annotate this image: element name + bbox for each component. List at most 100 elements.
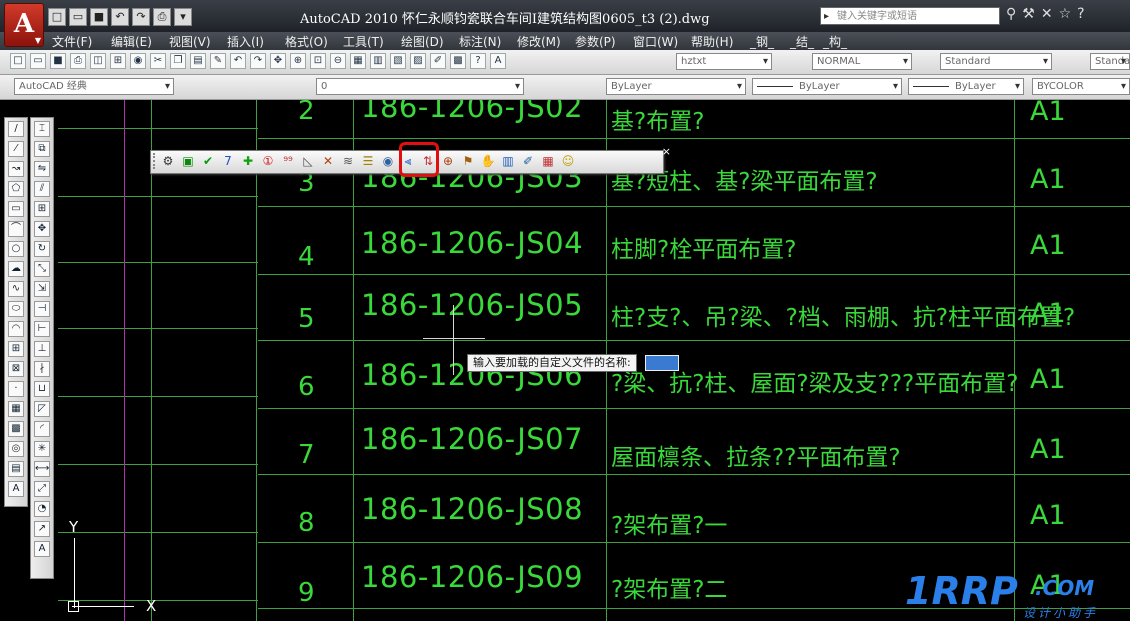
text-style-select[interactable]: hztxt — [676, 53, 772, 70]
chamfer-icon[interactable]: ◸ — [34, 401, 50, 417]
arc-icon[interactable]: ⌒ — [8, 221, 24, 237]
application-menu-button[interactable]: A ▼ — [4, 3, 44, 47]
smiley-icon[interactable]: ☺ — [560, 153, 576, 169]
circle-icon[interactable]: ○ — [8, 241, 24, 257]
spline-icon[interactable]: ∿ — [8, 281, 24, 297]
zoom-window-icon[interactable]: ⊡ — [310, 53, 326, 69]
eye-icon[interactable]: ◉ — [380, 153, 396, 169]
layer-stack-icon[interactable]: ≋ — [340, 153, 356, 169]
table-icon[interactable]: ▤ — [8, 461, 24, 477]
gradient-icon[interactable]: ▩ — [8, 421, 24, 437]
dimension-linear-icon[interactable]: ⟷ — [34, 461, 50, 477]
menu-item-tools[interactable]: 工具(T) — [343, 33, 384, 50]
plot-preview-icon[interactable]: ◫ — [90, 53, 106, 69]
stamp-icon[interactable]: ⚑ — [460, 153, 476, 169]
insert-block-icon[interactable]: ⊞ — [8, 341, 24, 357]
leader-icon[interactable]: ↗ — [34, 521, 50, 537]
dynamic-input-field[interactable] — [645, 355, 679, 371]
undo-icon[interactable]: ↶ — [230, 53, 246, 69]
markup-icon[interactable]: ✐ — [430, 53, 446, 69]
dim-style-select[interactable]: NORMAL — [812, 53, 912, 70]
hand-icon[interactable]: ✋ — [480, 153, 496, 169]
join-icon[interactable]: ⊔ — [34, 381, 50, 397]
move-icon[interactable]: ✥ — [34, 221, 50, 237]
ellipse-icon[interactable]: ⬭ — [8, 301, 24, 317]
plus-icon[interactable]: ✚ — [240, 153, 256, 169]
wrench-icon[interactable]: ⚒ — [1022, 6, 1035, 22]
menu-item-steel[interactable]: _钢_ — [750, 33, 774, 50]
explode-icon[interactable]: ✳ — [34, 441, 50, 457]
polygon-icon[interactable]: ⬠ — [8, 181, 24, 197]
binoculars-icon[interactable]: ⚲ — [1006, 6, 1016, 22]
polyline-icon[interactable]: ↝ — [8, 161, 24, 177]
text-99-icon[interactable]: ⁹⁹ — [280, 153, 296, 169]
3d-dwf-icon[interactable]: ◉ — [130, 53, 146, 69]
menu-item-dimension[interactable]: 标注(N) — [459, 33, 501, 50]
print-icon[interactable]: ⎙ — [70, 53, 86, 69]
text-style-icon[interactable]: A — [490, 53, 506, 69]
tool-palettes-icon[interactable]: ▧ — [390, 53, 406, 69]
linetype-select[interactable]: ByLayer — [752, 78, 902, 95]
toolbar-grip[interactable] — [153, 153, 159, 169]
redo-icon[interactable]: ↷ — [250, 53, 266, 69]
layer-select[interactable]: 0 — [316, 78, 524, 95]
copy-icon[interactable]: ❐ — [170, 53, 186, 69]
sheet-set-icon[interactable]: ▨ — [410, 53, 426, 69]
menu-item-edit[interactable]: 编辑(E) — [111, 33, 152, 50]
new-icon[interactable]: □ — [10, 53, 26, 69]
document-icon[interactable]: ▥ — [500, 153, 516, 169]
point-icon[interactable]: · — [8, 381, 24, 397]
paste-icon[interactable]: ▤ — [190, 53, 206, 69]
match-properties-icon[interactable]: ✎ — [210, 53, 226, 69]
open-icon[interactable]: ▭ — [69, 8, 87, 26]
menu-item-insert[interactable]: 插入(I) — [227, 33, 264, 50]
revision-cloud-icon[interactable]: ☁ — [8, 261, 24, 277]
zoom-realtime-icon[interactable]: ⊕ — [290, 53, 306, 69]
workspace-select[interactable]: AutoCAD 经典 — [14, 78, 174, 95]
circled-one-icon[interactable]: ① — [260, 153, 276, 169]
list-lines-icon[interactable]: ☰ — [360, 153, 376, 169]
calculator-icon[interactable]: ▩ — [450, 53, 466, 69]
break-at-point-icon[interactable]: ⊥ — [34, 341, 50, 357]
new-icon[interactable]: □ — [48, 8, 66, 26]
array-icon[interactable]: ⊞ — [34, 201, 50, 217]
communication-center-icon[interactable]: ✕ — [1041, 6, 1053, 22]
redo-icon[interactable]: ↷ — [132, 8, 150, 26]
copy-object-icon[interactable]: ⧉ — [34, 141, 50, 157]
triangle-ruler-icon[interactable]: ◺ — [300, 153, 316, 169]
menu-item-help[interactable]: 帮助(H) — [691, 33, 733, 50]
publish-icon[interactable]: ⊞ — [110, 53, 126, 69]
save-icon[interactable]: ■ — [50, 53, 66, 69]
edit-blocks-icon[interactable]: ✐ — [520, 153, 536, 169]
make-block-icon[interactable]: ⊠ — [8, 361, 24, 377]
menu-item-format[interactable]: 格式(O) — [285, 33, 328, 50]
multileader-style-select[interactable]: Standa — [1090, 53, 1130, 70]
print-icon[interactable]: ⎙ — [153, 8, 171, 26]
green-rectangle-icon[interactable]: ▣ — [180, 153, 196, 169]
pan-icon[interactable]: ✥ — [270, 53, 286, 69]
open-icon[interactable]: ▭ — [30, 53, 46, 69]
checkmark-icon[interactable]: ✔ — [200, 153, 216, 169]
construction-line-icon[interactable]: ⁄ — [8, 141, 24, 157]
menu-item-parametric[interactable]: 参数(P) — [575, 33, 616, 50]
help-search-input[interactable]: 键入关键字或短语 — [820, 7, 1000, 26]
favorites-star-icon[interactable]: ☆ — [1059, 6, 1072, 22]
menu-item-window[interactable]: 窗口(W) — [633, 33, 678, 50]
erase-icon[interactable]: ⌶ — [34, 121, 50, 137]
text-edit-icon[interactable]: A — [34, 541, 50, 557]
plot-style-select[interactable]: BYCOLOR — [1032, 78, 1130, 95]
trim-icon[interactable]: ⊣ — [34, 301, 50, 317]
save-icon[interactable]: ■ — [90, 8, 108, 26]
number-seven-icon[interactable]: 7 — [220, 153, 236, 169]
hatch-icon[interactable]: ▦ — [8, 401, 24, 417]
mirror-icon[interactable]: ⇋ — [34, 161, 50, 177]
table-style-select[interactable]: Standard — [940, 53, 1052, 70]
ellipse-arc-icon[interactable]: ◠ — [8, 321, 24, 337]
line-icon[interactable]: / — [8, 121, 24, 137]
color-select[interactable]: ByLayer — [606, 78, 746, 95]
extend-icon[interactable]: ⊢ — [34, 321, 50, 337]
quick-access-dropdown-icon[interactable]: ▾ — [174, 8, 192, 26]
scale-icon[interactable]: ⤡ — [34, 261, 50, 277]
undo-icon[interactable]: ↶ — [111, 8, 129, 26]
break-icon[interactable]: ∤ — [34, 361, 50, 377]
